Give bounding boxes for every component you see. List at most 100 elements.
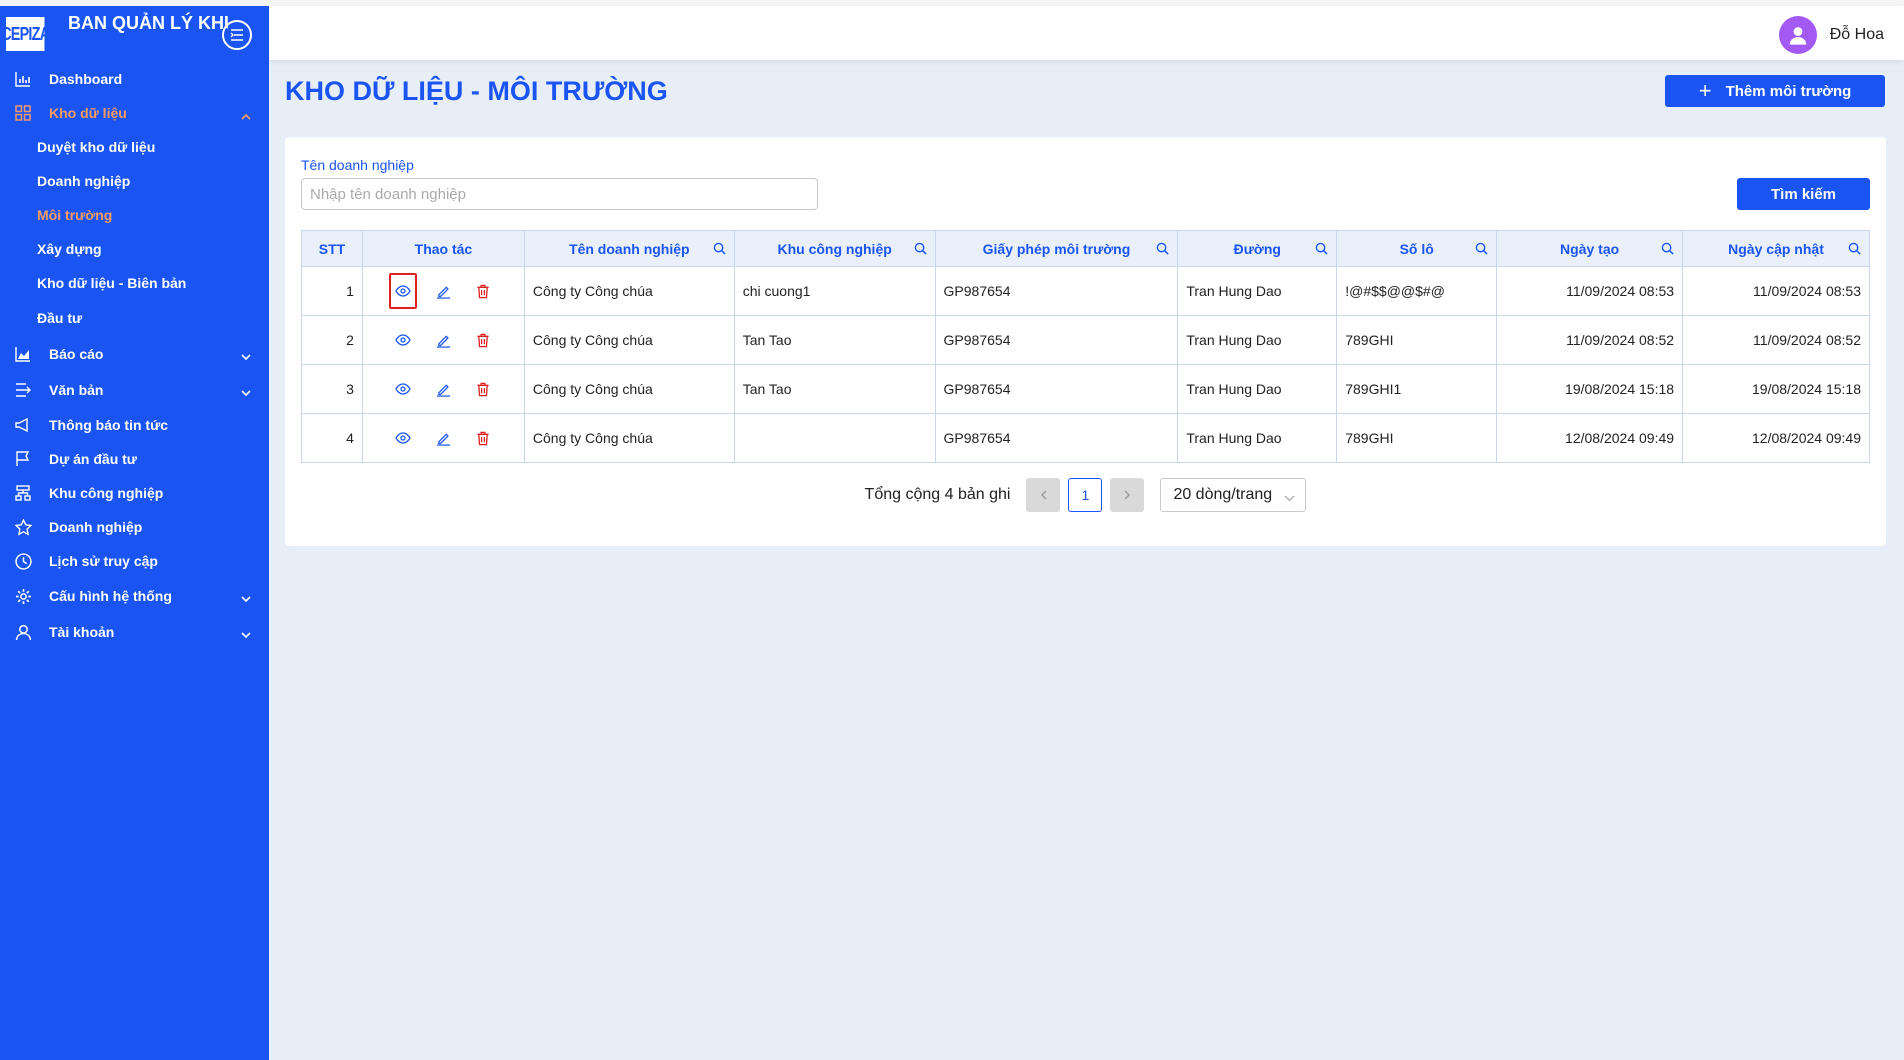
column-header-created: Ngày tạo — [1496, 230, 1684, 267]
sidebar-subitem-xay-dung[interactable]: Xây dựng — [0, 232, 269, 266]
cell-lot: 789GHI — [1336, 413, 1498, 463]
sidebar-item-label: Tài khoản — [49, 624, 115, 640]
sidebar-item-lich-su-truy-cap[interactable]: Lịch sử truy cập — [0, 544, 269, 578]
sidebar-item-van-ban[interactable]: Văn bản — [0, 372, 269, 408]
user-name: Đỗ Hoa — [1829, 26, 1884, 43]
column-header-label: Giấy phép môi trường — [982, 240, 1131, 257]
column-search-icon[interactable] — [1156, 242, 1169, 258]
chevron-left-icon — [1040, 490, 1047, 500]
clock-icon — [14, 552, 32, 570]
page-number-button[interactable]: 1 — [1068, 478, 1103, 512]
cell-actions — [361, 364, 525, 414]
sidebar-item-kho-du-lieu[interactable]: Kho dữ liệu — [0, 96, 269, 130]
delete-button[interactable] — [469, 273, 497, 309]
avatar[interactable] — [1778, 16, 1817, 54]
sidebar-item-label: Dự án đầu tư — [49, 451, 137, 467]
column-header-license: Giấy phép môi trường — [934, 230, 1179, 267]
delete-button[interactable] — [469, 371, 497, 407]
page-size-select[interactable]: 20 dòng/trang — [1160, 478, 1307, 512]
cell-lot: 789GHI — [1336, 315, 1498, 365]
table-row: 1 Công ty Công chúa chi cuong1 GP987654 … — [301, 266, 1870, 316]
column-header-street: Đường — [1177, 230, 1338, 267]
prev-page-button[interactable] — [1026, 478, 1061, 512]
view-button[interactable] — [389, 420, 417, 456]
column-search-icon[interactable] — [1661, 242, 1674, 258]
content-card: Tên doanh nghiệp Tìm kiếm STT Thao tác T… — [285, 137, 1886, 546]
edit-button[interactable] — [429, 273, 457, 309]
pencil-icon — [436, 383, 450, 397]
sidebar-item-bao-cao[interactable]: Báo cáo — [0, 336, 269, 372]
collapse-sidebar-button[interactable] — [222, 20, 252, 50]
sidebar-item-tai-khoan[interactable]: Tài khoản — [0, 614, 269, 650]
table-header-row: STT Thao tác Tên doanh nghiệp Khu công n… — [301, 230, 1870, 267]
column-search-icon[interactable] — [1315, 242, 1328, 258]
sidebar-item-label: Cấu hình hệ thống — [49, 588, 172, 604]
view-button[interactable] — [389, 322, 417, 358]
column-header-lot: Số lô — [1336, 230, 1498, 267]
column-header-label: STT — [318, 240, 346, 257]
column-header-company: Tên doanh nghiệp — [523, 230, 735, 267]
column-header-label: Ngày tạo — [1560, 240, 1620, 257]
area-chart-icon — [14, 345, 32, 363]
column-search-icon[interactable] — [1848, 242, 1861, 258]
sidebar-subitem-moi-truong[interactable]: Môi trường — [0, 198, 269, 232]
megaphone-icon — [14, 416, 32, 434]
search-button[interactable]: Tìm kiếm — [1737, 178, 1870, 210]
logo[interactable]: CEPIZA — [1, 17, 50, 51]
delete-button[interactable] — [469, 420, 497, 456]
trash-icon — [477, 382, 490, 396]
add-button-label: Thêm môi trường — [1725, 82, 1852, 100]
cell-license: GP987654 — [934, 364, 1179, 414]
sidebar-item-cau-hinh-he-thong[interactable]: Cấu hình hệ thống — [0, 578, 269, 614]
column-header-label: Khu công nghiệp — [777, 240, 892, 257]
sidebar-subitem-doanh-nghiep[interactable]: Doanh nghiệp — [0, 164, 269, 198]
cell-license: GP987654 — [934, 315, 1179, 365]
cell-stt: 1 — [301, 266, 363, 316]
column-header-zone: Khu công nghiệp — [733, 230, 936, 267]
chevron-up-icon — [241, 107, 251, 123]
company-name-search-input[interactable] — [301, 178, 818, 210]
view-button[interactable] — [389, 371, 417, 407]
column-search-icon[interactable] — [914, 242, 927, 258]
sidebar-item-khu-cong-nghiep[interactable]: Khu công nghiệp — [0, 476, 269, 510]
chevron-down-icon — [1284, 489, 1295, 507]
view-button[interactable] — [389, 273, 418, 309]
edit-button[interactable] — [429, 371, 457, 407]
cell-license: GP987654 — [934, 266, 1179, 316]
eye-icon — [395, 285, 412, 297]
edit-button[interactable] — [429, 420, 457, 456]
table-row: 2 Công ty Công chúa Tan Tao GP987654 Tra… — [301, 315, 1870, 365]
sidebar-subitem-dau-tu[interactable]: Đầu tư — [0, 300, 269, 336]
edit-button[interactable] — [429, 322, 457, 358]
cell-stt: 2 — [301, 315, 363, 365]
menu-fold-icon — [230, 29, 243, 41]
next-page-button[interactable] — [1110, 478, 1145, 512]
sidebar-item-du-an-dau-tu[interactable]: Dự án đầu tư — [0, 442, 269, 476]
hierarchy-icon — [14, 484, 32, 502]
sidebar-subitem-duyet-kho-du-lieu[interactable]: Duyệt kho dữ liệu — [0, 130, 269, 164]
sidebar-item-thong-bao-tin-tuc[interactable]: Thông báo tin tức — [0, 408, 269, 442]
trash-icon — [477, 333, 490, 347]
sidebar-subitem-kho-du-lieu-bien-ban[interactable]: Kho dữ liệu - Biên bản — [0, 266, 269, 300]
cell-actions — [361, 315, 525, 365]
user-menu[interactable]: Đỗ Hoa — [1778, 16, 1884, 54]
cell-license: GP987654 — [934, 413, 1179, 463]
column-header-actions: Thao tác — [361, 230, 525, 267]
add-environment-button[interactable]: + Thêm môi trường — [1665, 75, 1885, 107]
cell-actions — [361, 413, 525, 463]
top-header: Đỗ Hoa — [269, 6, 1904, 60]
column-search-icon[interactable] — [713, 242, 726, 258]
cell-created: 11/09/2024 08:52 — [1496, 315, 1684, 365]
bar-chart-icon — [14, 70, 32, 88]
cell-zone: Tan Tao — [733, 364, 936, 414]
sidebar-item-doanh-nghiep[interactable]: Doanh nghiệp — [0, 510, 269, 544]
pagination: Tổng cộng 4 bản ghi 1 20 dòng/trang — [285, 478, 1886, 512]
cell-lot: !@#$$@@$#@ — [1336, 266, 1498, 316]
column-search-icon[interactable] — [1475, 242, 1488, 258]
cell-company: Công ty Công chúa — [523, 266, 735, 316]
delete-button[interactable] — [469, 322, 497, 358]
column-header-label: Đường — [1233, 240, 1281, 257]
cell-actions — [361, 266, 525, 316]
sidebar-item-dashboard[interactable]: Dashboard — [0, 62, 269, 96]
cell-company: Công ty Công chúa — [523, 413, 735, 463]
